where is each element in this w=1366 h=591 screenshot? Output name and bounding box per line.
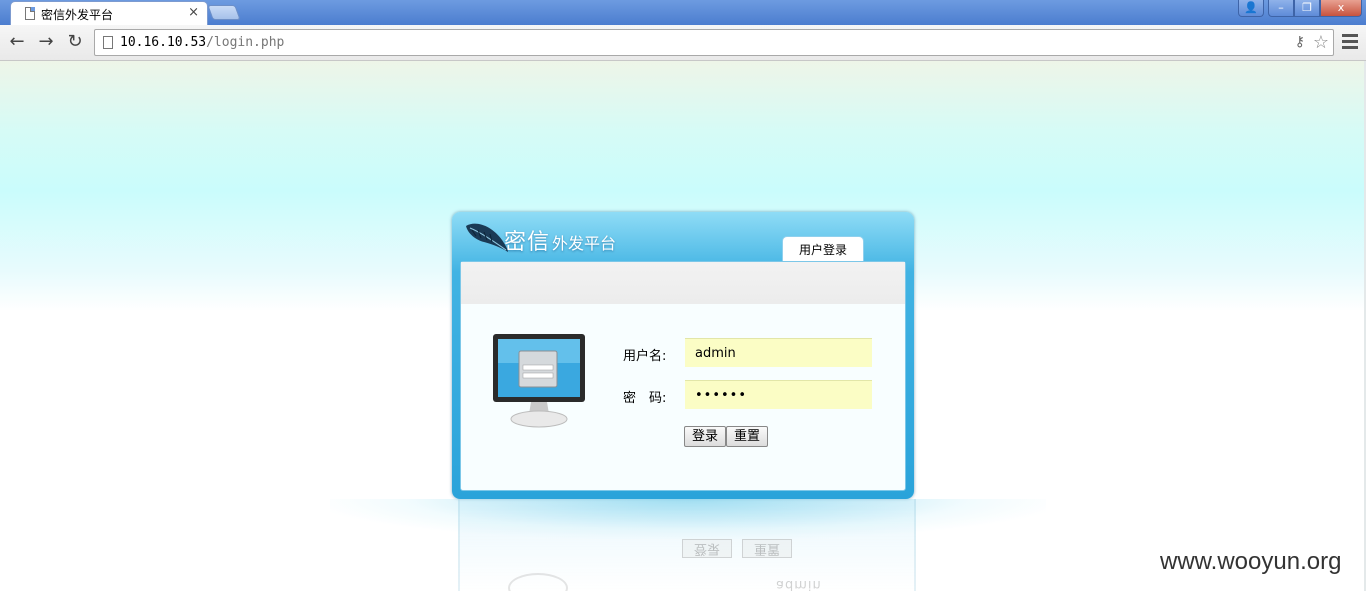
url-path: /login.php <box>206 35 285 50</box>
browser-toolbar: ← → ↻ 10.16.10.53/login.php ⚷ ☆ <box>0 25 1366 61</box>
url-host: 10.16.10.53 <box>120 35 207 50</box>
browser-tab[interactable]: 密信外发平台 × <box>10 1 208 25</box>
key-icon[interactable]: ⚷ <box>1295 34 1305 50</box>
bookmark-star-icon[interactable]: ☆ <box>1313 32 1329 53</box>
login-form-area: 用户名: admin 密 码: •••••• 登录 重置 <box>460 261 906 491</box>
computer-monitor-icon <box>493 334 585 428</box>
watermark-text: www.wooyun.org <box>1160 548 1342 575</box>
url-text[interactable]: 10.16.10.53/login.php <box>120 35 284 50</box>
minimize-button[interactable]: – <box>1268 0 1294 17</box>
close-window-button[interactable]: x <box>1320 0 1362 17</box>
password-label: 密 码: <box>623 391 667 406</box>
profile-button[interactable]: 👤 <box>1238 0 1264 17</box>
browser-titlebar: 密信外发平台 × 👤 – ❐ x <box>0 0 1366 25</box>
feather-logo-icon <box>466 223 508 252</box>
tab-close-icon[interactable]: × <box>188 5 199 20</box>
maximize-button[interactable]: ❐ <box>1294 0 1320 17</box>
address-bar[interactable]: 10.16.10.53/login.php ⚷ ☆ <box>94 29 1334 56</box>
browser-menu-icon[interactable] <box>1342 34 1358 50</box>
panel-reflection: 登录 重置 admin <box>330 499 1046 591</box>
header-strip <box>461 262 905 304</box>
login-button[interactable]: 登录 <box>684 426 726 447</box>
username-input[interactable]: admin <box>685 338 872 367</box>
document-icon <box>103 36 113 49</box>
reflection-login-button: 登录 <box>682 539 732 558</box>
brand-sub: 外发平台 <box>552 234 617 253</box>
tab-user-login[interactable]: 用户登录 <box>782 236 864 263</box>
forward-button[interactable]: → <box>35 32 57 54</box>
brand-main: 密信 <box>504 230 551 255</box>
password-input[interactable]: •••••• <box>685 380 872 409</box>
reset-button[interactable]: 重置 <box>726 426 768 447</box>
back-button[interactable]: ← <box>6 32 28 54</box>
tab-title: 密信外发平台 <box>41 8 114 22</box>
reflection-text: admin <box>776 577 822 591</box>
username-label: 用户名: <box>623 349 667 364</box>
new-tab-button[interactable] <box>207 5 241 20</box>
reload-button[interactable]: ↻ <box>64 32 86 54</box>
page-content: 密信 外发平台 用户登录 用户名: admin 密 码: •••••• 登录 重置 <box>0 61 1366 591</box>
panel-header: 密信 外发平台 用户登录 <box>452 212 914 263</box>
page-icon <box>25 7 35 20</box>
login-panel: 密信 外发平台 用户登录 用户名: admin 密 码: •••••• 登录 重置 <box>452 212 914 499</box>
brand-title: 密信 外发平台 <box>504 224 616 256</box>
reflection-reset-button: 重置 <box>742 539 792 558</box>
